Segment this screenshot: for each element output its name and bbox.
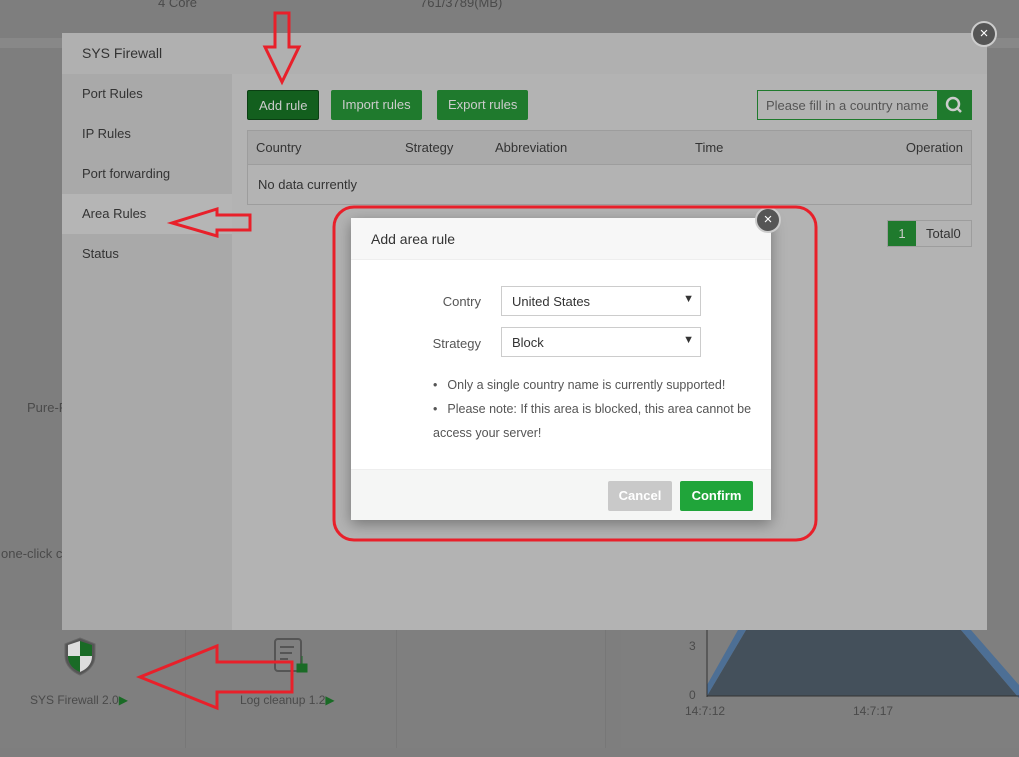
page-button[interactable]: 1 [888,221,916,246]
strategy-value: Block [512,335,544,350]
log-cleanup-icon[interactable] [274,638,310,676]
search-input[interactable]: Please fill in a country name [766,98,929,113]
search-icon [945,96,962,113]
chevron-down-icon: ▼ [683,334,694,346]
close-icon: × [979,25,989,42]
app-name: SYS Firewall 2.0 [30,693,119,707]
rules-table: Country Strategy Abbreviation Time Opera… [247,130,972,205]
column-header: Operation [905,140,963,155]
column-header: Strategy [405,140,454,155]
note-text: Only a single country name is currently … [447,378,726,392]
cancel-button[interactable]: Cancel [608,481,672,511]
x-tick: 14:7:12 [685,704,726,718]
country-select[interactable]: United States ▼ [501,286,701,316]
sidebar-item-port-rules[interactable]: Port Rules [62,74,232,114]
import-rules-button[interactable]: Import rules [331,90,422,120]
confirm-button[interactable]: Confirm [680,481,753,511]
shield-icon[interactable] [63,636,97,676]
close-firewall-button[interactable]: × [971,21,997,47]
app-label: Pure-F [27,400,67,415]
note-item: • Please note: If this area is blocked, t… [433,402,752,440]
plugin-panel: SYS Firewall 2.0▶ Log cleanup 1.2▶ [0,630,606,748]
y-tick: 0 [689,688,696,702]
load-chart: 3 0 14:7:12 14:7:17 [621,630,1019,748]
dialog-title: Add area rule [351,218,771,260]
note-item: • Only a single country name is currently… [433,378,726,392]
play-icon: ▶ [118,693,128,707]
close-dialog-button[interactable]: × [755,207,781,233]
chart-area [706,630,1019,700]
sys-firewall-app[interactable]: SYS Firewall 2.0▶ [30,693,128,707]
y-tick: 3 [689,639,696,653]
empty-message: No data currently [258,177,357,192]
strategy-label: Strategy [432,336,481,351]
x-tick: 14:7:17 [853,704,894,718]
export-rules-button[interactable]: Export rules [437,90,529,120]
sidebar-item-area-rules[interactable]: Area Rules [62,194,232,234]
column-header: Country [256,140,302,155]
total-count: Total0 [926,226,961,241]
sidebar: Port Rules IP Rules Port forwarding Area… [62,74,232,630]
add-area-rule-dialog: Add area rule Contry United States ▼ Stra… [351,218,771,520]
chevron-down-icon: ▼ [683,293,694,305]
sidebar-item-status[interactable]: Status [62,234,232,274]
note-text: Please note: If this area is blocked, th… [433,402,752,440]
app-name: Log cleanup 1.2 [240,693,326,707]
column-header: Time [695,140,724,155]
dialog-footer: Cancel Confirm [351,469,771,520]
strategy-select[interactable]: Block ▼ [501,327,701,357]
column-header: Abbreviation [495,140,568,155]
add-rule-button[interactable]: Add rule [247,90,320,120]
log-cleanup-app[interactable]: Log cleanup 1.2▶ [240,693,335,707]
modal-title: SYS Firewall [62,33,987,74]
play-icon: ▶ [325,693,335,707]
memory-usage: 761/3789(MB) [420,0,503,10]
search-button[interactable] [937,91,971,119]
app-label: one-click c [1,546,63,561]
country-label: Contry [442,294,481,309]
close-icon: × [763,211,773,228]
table-header: Country Strategy Abbreviation Time Opera… [248,131,971,165]
pagination: 1 Total0 [887,220,972,247]
country-value: United States [512,294,591,309]
country-search[interactable]: Please fill in a country name [757,90,972,120]
sidebar-item-port-forwarding[interactable]: Port forwarding [62,154,232,194]
cpu-cores: 4 Core [158,0,198,10]
sidebar-item-ip-rules[interactable]: IP Rules [62,114,232,154]
